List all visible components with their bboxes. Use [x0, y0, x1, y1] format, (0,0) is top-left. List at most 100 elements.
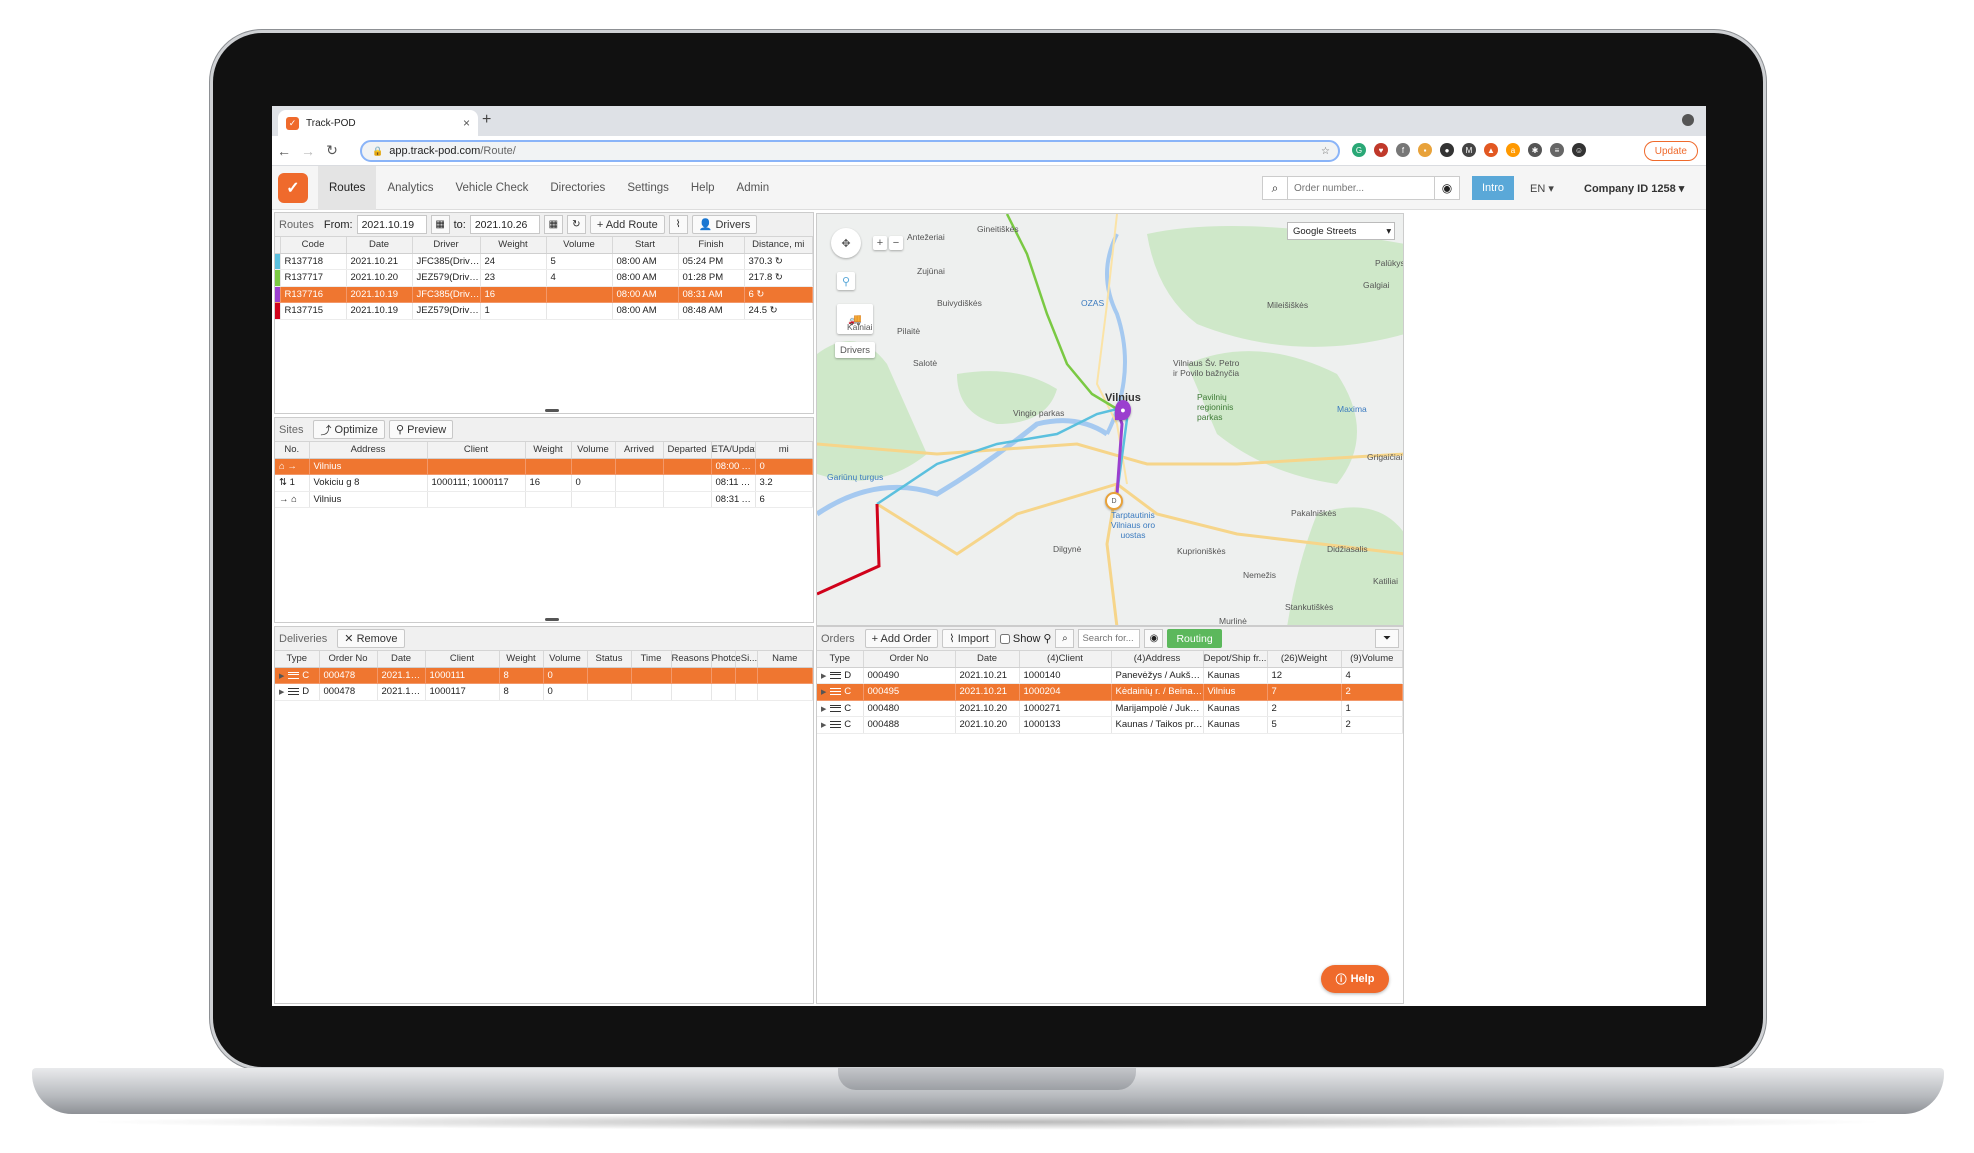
reload-icon[interactable]: ↻ [320, 142, 344, 159]
table-row[interactable]: ▶ C 000495 2021.10.21 1000204 Kėdainių r. / … [817, 683, 1403, 701]
scan-target-icon[interactable]: ◉ [1144, 629, 1164, 648]
intro-button[interactable]: Intro [1472, 176, 1514, 200]
extension-mail-icon[interactable]: M [1462, 143, 1476, 157]
nav-analytics[interactable]: Analytics [376, 166, 444, 210]
deliveries-col-weight[interactable]: Weight [499, 651, 544, 668]
orders-col-client[interactable]: (4)Client [1019, 651, 1112, 668]
remove-button[interactable]: ✕ Remove [337, 629, 405, 648]
routes-col-finish[interactable]: Finish [678, 237, 745, 254]
expand-arrow-icon[interactable]: ▶ [279, 673, 288, 680]
deliveries-col-status[interactable]: Status [587, 651, 632, 668]
show-checkbox[interactable] [999, 633, 1010, 644]
deliveries-col-name[interactable]: Name [757, 651, 813, 668]
show-toggle[interactable]: Show ⚲ [999, 632, 1051, 645]
expand-arrow-icon[interactable]: ▶ [821, 689, 830, 696]
sites-col-no[interactable]: No. [275, 442, 310, 459]
routes-col-driver[interactable]: Driver [412, 237, 481, 254]
zoom-out-icon[interactable]: − [889, 236, 903, 250]
to-date-input[interactable]: 2021.10.26 [469, 215, 540, 234]
attach-icon[interactable]: ⌇ [668, 215, 688, 234]
extension-formula-icon[interactable]: f [1396, 143, 1410, 157]
table-row[interactable]: ▶ D 000478 2021.10.19 1000117 8 0 [275, 683, 813, 701]
depot-marker-icon[interactable]: D [1105, 492, 1123, 510]
drivers-button[interactable]: 👤 Drivers [691, 215, 758, 234]
table-row[interactable]: ⇅ 1 Vokiciu g 8 1000111; 1000117 16 0 08:11 A… [275, 474, 813, 492]
map-layer-select[interactable]: Google Streets ▾ [1287, 222, 1395, 240]
search-icon[interactable]: ⌕ [1055, 629, 1075, 648]
update-button[interactable]: Update [1643, 141, 1698, 161]
avatar-icon[interactable]: ☺ [1572, 143, 1586, 157]
table-row[interactable]: R137716 2021.10.19 JFC385(Driver J) 16 08:00… [275, 286, 813, 303]
grammarly-icon[interactable]: G [1352, 143, 1366, 157]
nav-vehicle-check[interactable]: Vehicle Check [444, 166, 539, 210]
routes-col-code[interactable]: Code [280, 237, 347, 254]
trackpod-logo-icon[interactable]: ✓ [278, 172, 308, 203]
deliveries-col-type[interactable]: Type [275, 651, 320, 668]
deliveries-col-order-no[interactable]: Order No [319, 651, 378, 668]
nav-directories[interactable]: Directories [539, 166, 616, 210]
language-select[interactable]: EN ▾ [1530, 182, 1554, 195]
nav-admin[interactable]: Admin [726, 166, 781, 210]
sites-col-volume[interactable]: Volume [571, 442, 616, 459]
sites-col-client[interactable]: Client [427, 442, 526, 459]
nav-help[interactable]: Help [680, 166, 726, 210]
amazon-icon[interactable]: a [1506, 143, 1520, 157]
routes-col-volume[interactable]: Volume [546, 237, 613, 254]
map-drivers-toggle[interactable]: Drivers [835, 342, 875, 358]
table-row[interactable]: ▶ D 000490 2021.10.21 1000140 Panevėžys / Au… [817, 667, 1403, 684]
import-button[interactable]: ⌇ Import [942, 629, 996, 648]
route-map[interactable]: ✥ + − ⚲ 🚚 Drivers Google Streets ▾ Gineit… [816, 213, 1404, 626]
expand-arrow-icon[interactable]: ▶ [821, 673, 830, 680]
nav-routes[interactable]: Routes [318, 165, 377, 210]
extension-badge-icon[interactable]: ▪ [1418, 143, 1432, 157]
sites-col-departed[interactable]: Departed [663, 442, 712, 459]
sites-col-mi[interactable]: mi [755, 442, 813, 459]
sites-col-arrived[interactable]: Arrived [615, 442, 664, 459]
zoom-in-icon[interactable]: + [873, 236, 887, 250]
routes-col-weight[interactable]: Weight [480, 237, 547, 254]
preview-button[interactable]: ⚲ Preview [388, 420, 454, 439]
add-route-button[interactable]: + Add Route [589, 215, 665, 234]
orders-col-depot[interactable]: Depot/Ship fr... [1203, 651, 1268, 668]
orders-col-type[interactable]: Type [817, 651, 864, 668]
deliveries-col-photo[interactable]: Photo [711, 651, 736, 668]
nav-settings[interactable]: Settings [616, 166, 680, 210]
orders-col-weight[interactable]: (26)Weight [1267, 651, 1342, 668]
splitter-handle[interactable] [545, 618, 559, 621]
routes-col-date[interactable]: Date [346, 237, 413, 254]
search-icon[interactable]: ⌕ [1262, 176, 1288, 200]
add-order-button[interactable]: + Add Order [864, 629, 939, 648]
deliveries-col-esign[interactable]: eSi... [735, 651, 758, 668]
deliveries-col-reasons[interactable]: Reasons f... [671, 651, 712, 668]
help-button[interactable]: ⓘ Help [1321, 965, 1389, 993]
extension-shield-icon[interactable]: ♥ [1374, 143, 1388, 157]
splitter-handle[interactable] [545, 409, 559, 412]
route-marker-pin-icon[interactable]: ● [1115, 400, 1131, 420]
expand-arrow-icon[interactable]: ▶ [279, 689, 288, 696]
expand-arrow-icon[interactable]: ▶ [821, 722, 830, 729]
routing-button[interactable]: Routing [1167, 629, 1222, 648]
orders-col-date[interactable]: Date [955, 651, 1020, 668]
new-tab-icon[interactable]: + [482, 111, 491, 129]
sites-col-weight[interactable]: Weight [525, 442, 572, 459]
deliveries-col-volume[interactable]: Volume [543, 651, 588, 668]
back-icon[interactable]: ← [272, 143, 296, 159]
table-row[interactable]: ▶ C 000480 2021.10.20 1000271 Marijampolė / … [817, 700, 1403, 717]
optimize-button[interactable]: ⤴ Optimize [313, 420, 385, 439]
routes-col-distance[interactable]: Distance, mi [744, 237, 813, 254]
browser-tab[interactable]: ✓ Track-POD × [278, 110, 478, 136]
routes-col-start[interactable]: Start [612, 237, 679, 254]
extension-circle-icon[interactable]: ● [1440, 143, 1454, 157]
refresh-icon[interactable]: ↻ [566, 215, 586, 234]
table-row[interactable]: ⌂ → Vilnius 08:00 AM 0 [275, 458, 813, 475]
sites-col-address[interactable]: Address [309, 442, 428, 459]
table-row[interactable]: ▶ C 000488 2021.10.20 1000133 Kaunas / Taiko… [817, 716, 1403, 734]
close-tab-icon[interactable]: × [463, 116, 470, 130]
company-select[interactable]: Company ID 1258 ▾ [1584, 182, 1684, 195]
deliveries-col-time[interactable]: Time [631, 651, 672, 668]
from-date-input[interactable]: 2021.10.19 [356, 215, 427, 234]
orders-col-volume[interactable]: (9)Volume [1341, 651, 1403, 668]
filter-icon[interactable]: ⏷ [1375, 629, 1399, 648]
orders-search-input[interactable] [1078, 629, 1141, 648]
forward-icon[interactable]: → [296, 143, 320, 159]
